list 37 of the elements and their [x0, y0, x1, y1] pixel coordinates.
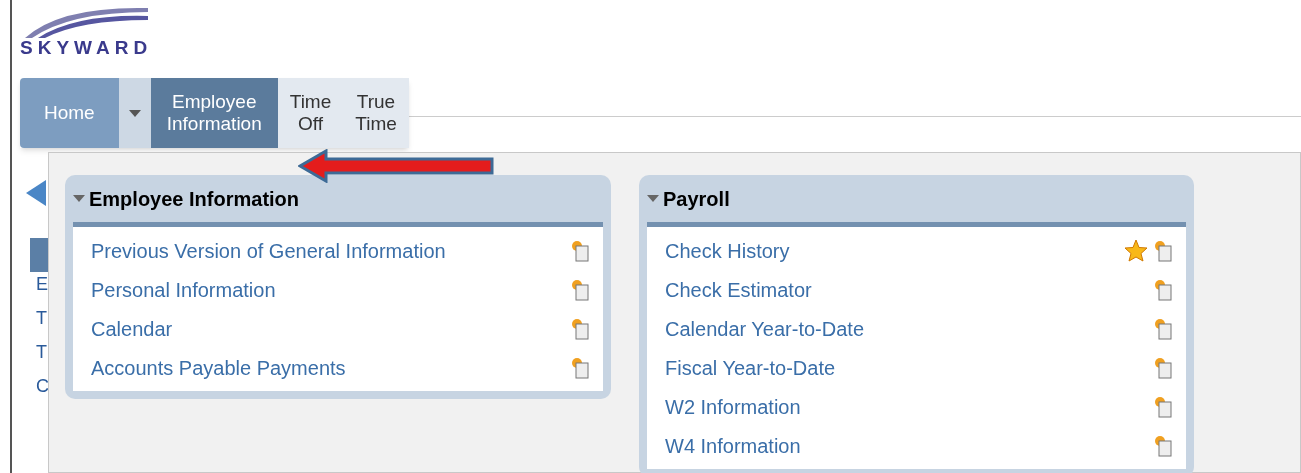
- star-icon[interactable]: [1124, 239, 1148, 262]
- nav-tab[interactable]: Time Off: [277, 78, 344, 148]
- collapse-caret-icon[interactable]: [647, 195, 659, 202]
- background-text: C: [36, 375, 48, 398]
- menu-dropdown-button[interactable]: [118, 78, 151, 148]
- menu-link[interactable]: W4 Information: [665, 430, 801, 461]
- section-title: Employee Information: [89, 186, 300, 212]
- document-icon[interactable]: [1154, 239, 1172, 262]
- document-icon[interactable]: [571, 239, 589, 262]
- nav-tab[interactable]: True Time: [343, 78, 409, 148]
- background-text: T: [36, 341, 48, 364]
- section-title: Payroll: [663, 186, 730, 212]
- collapse-caret-icon[interactable]: [73, 195, 85, 202]
- background-text: E: [36, 273, 48, 296]
- background-text: T: [36, 307, 48, 330]
- menu-link[interactable]: Check History: [665, 235, 790, 266]
- logo-wordmark: SKYWARD: [20, 38, 154, 57]
- document-icon[interactable]: [571, 278, 589, 301]
- document-icon[interactable]: [1154, 434, 1172, 457]
- menu-link[interactable]: Calendar Year-to-Date: [665, 313, 864, 344]
- document-icon[interactable]: [1154, 356, 1172, 379]
- menu-link[interactable]: Fiscal Year-to-Date: [665, 352, 836, 383]
- menu-link[interactable]: Previous Version of General Information: [91, 235, 446, 266]
- document-icon[interactable]: [571, 317, 589, 340]
- document-icon[interactable]: [1154, 395, 1172, 418]
- menu-link[interactable]: Check Estimator: [665, 274, 812, 305]
- back-arrow-icon: [26, 180, 46, 206]
- document-icon[interactable]: [1154, 278, 1172, 301]
- document-icon[interactable]: [1154, 317, 1172, 340]
- menu-link[interactable]: Calendar: [91, 313, 173, 344]
- document-icon[interactable]: [571, 356, 589, 379]
- nav-tab[interactable]: Employee Information: [150, 78, 278, 148]
- caret-icon: [128, 109, 141, 117]
- nav-tab[interactable]: Home: [20, 78, 119, 148]
- menu-link[interactable]: W2 Information: [665, 391, 801, 422]
- menu-link[interactable]: Personal Information: [91, 274, 276, 305]
- menu-link[interactable]: Accounts Payable Payments: [91, 352, 346, 383]
